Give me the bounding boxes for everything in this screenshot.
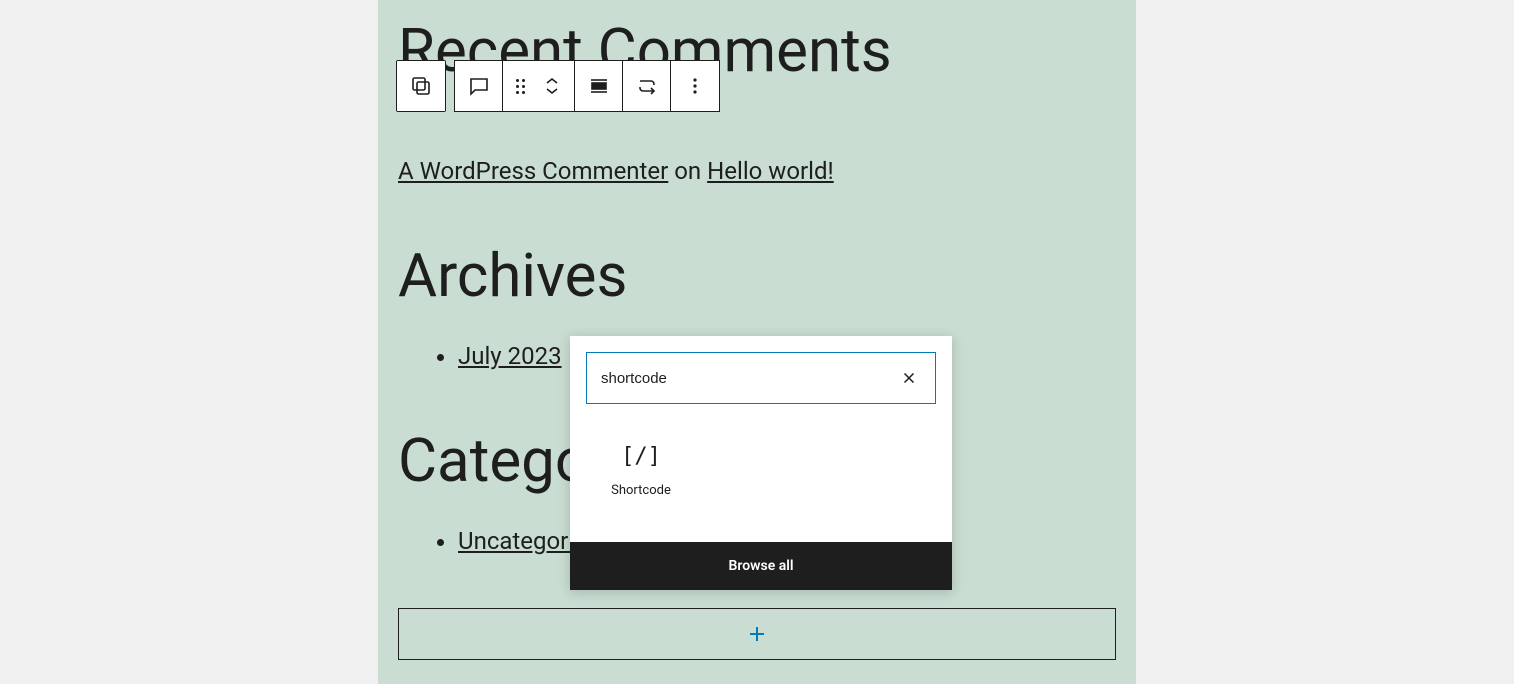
search-input-wrapper (586, 352, 936, 404)
plus-icon (745, 622, 769, 646)
select-parent-button[interactable] (397, 61, 445, 111)
block-inserter-popover: [/] Shortcode Browse all (570, 336, 952, 590)
block-toolbar (396, 60, 720, 112)
block-search-input[interactable] (601, 370, 897, 387)
replace-button[interactable] (623, 61, 671, 111)
block-appender[interactable] (398, 608, 1116, 660)
recent-comment-item: A WordPress Commenter on Hello world! (398, 157, 1116, 185)
comment-post-link[interactable]: Hello world! (707, 157, 834, 185)
search-results: [/] Shortcode (570, 420, 952, 542)
align-icon (587, 74, 611, 98)
comments-icon (467, 74, 491, 98)
browse-all-button[interactable]: Browse all (570, 542, 952, 590)
toolbar-group-main (454, 60, 720, 112)
block-item-label: Shortcode (611, 483, 671, 498)
close-icon (900, 369, 918, 387)
drag-handle-icon (516, 79, 525, 94)
drag-move-group[interactable] (503, 61, 575, 111)
replace-icon (635, 74, 659, 98)
more-vertical-icon (683, 74, 707, 98)
comment-author-link[interactable]: A WordPress Commenter (398, 157, 668, 185)
heading-archives[interactable]: Archives (398, 240, 1116, 312)
move-arrows-icon (543, 76, 561, 96)
comment-on-text: on (668, 157, 707, 185)
block-item-shortcode[interactable]: [/] Shortcode (586, 430, 696, 512)
align-button[interactable] (575, 61, 623, 111)
shortcode-icon: [/] (621, 444, 661, 469)
group-icon (409, 74, 433, 98)
toolbar-group-parent (396, 60, 446, 112)
clear-search-button[interactable] (897, 366, 921, 390)
options-button[interactable] (671, 61, 719, 111)
archive-link[interactable]: July 2023 (458, 342, 562, 370)
block-type-button[interactable] (455, 61, 503, 111)
